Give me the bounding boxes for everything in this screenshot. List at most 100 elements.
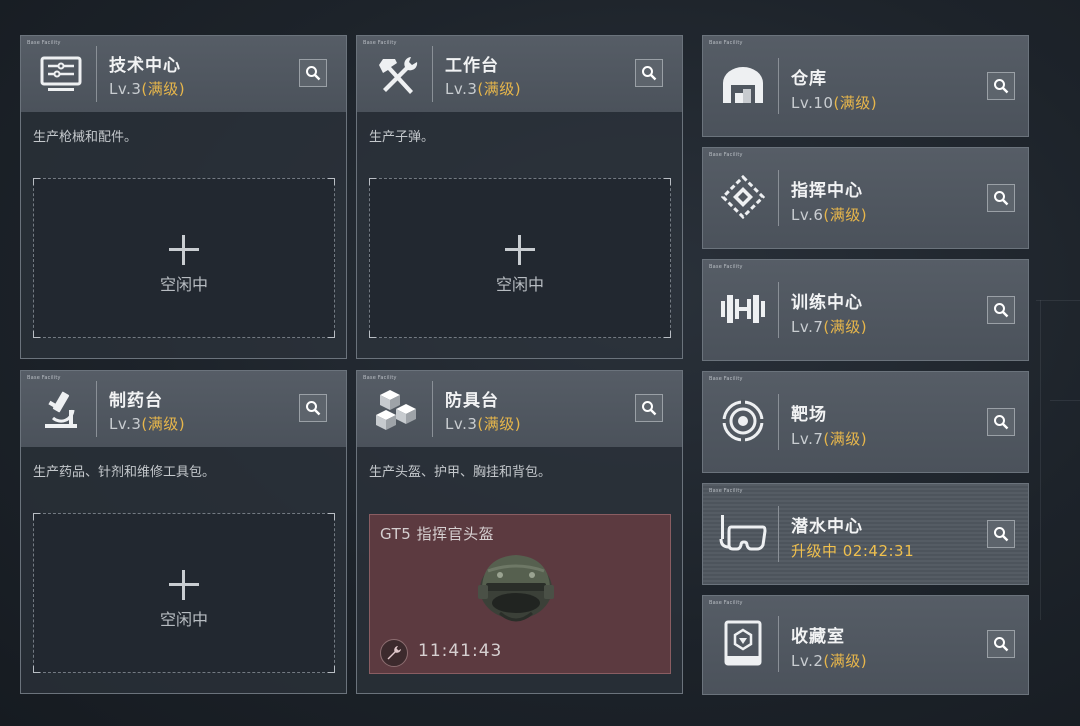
slot-corner xyxy=(33,666,40,673)
search-button[interactable] xyxy=(987,408,1015,436)
facility-title: 收藏室 xyxy=(791,627,845,647)
panel-level: Lv.3(满级) xyxy=(445,413,521,434)
level-max: (满级) xyxy=(833,94,878,112)
idle-slot[interactable]: 空闲中 xyxy=(33,513,335,673)
search-button[interactable] xyxy=(299,394,327,422)
search-icon xyxy=(642,401,657,416)
facility-title: 训练中心 xyxy=(791,293,863,313)
boxes-icon xyxy=(367,385,427,435)
search-icon xyxy=(994,191,1009,206)
divider xyxy=(778,170,779,226)
slot-corner xyxy=(33,331,40,338)
panel-title: 工作台 xyxy=(445,56,499,76)
panel-tag: Base Facility xyxy=(709,152,743,158)
facility-level: Lv.10(满级) xyxy=(791,92,877,113)
level-max: (满级) xyxy=(823,318,868,336)
level-value: Lv.3 xyxy=(109,80,142,98)
facility-warehouse[interactable]: Base Facility 仓库 Lv.10(满级) xyxy=(702,35,1029,137)
idle-slot[interactable]: 空闲中 xyxy=(33,178,335,338)
panel-tag: Base Facility xyxy=(27,375,61,381)
search-icon xyxy=(994,637,1009,652)
slot-corner xyxy=(328,178,335,185)
panel-level: Lv.3(满级) xyxy=(109,413,185,434)
pharmacy-panel[interactable]: Base Facility 制药台 Lv.3(满级) 生产药品、针剂和维修工具包… xyxy=(20,370,347,694)
microscope-icon xyxy=(31,385,91,435)
panel-tag: Base Facility xyxy=(709,488,743,494)
plus-icon xyxy=(169,235,199,265)
divider xyxy=(778,394,779,450)
search-icon xyxy=(994,79,1009,94)
search-icon xyxy=(306,401,321,416)
search-button[interactable] xyxy=(299,59,327,87)
facility-title: 靶场 xyxy=(791,405,827,425)
facility-shooting-range[interactable]: Base Facility 靶场 Lv.7(满级) xyxy=(702,371,1029,473)
level-value: Lv.2 xyxy=(791,652,824,670)
search-icon xyxy=(994,415,1009,430)
divider xyxy=(432,381,433,437)
bg-line xyxy=(1040,300,1041,620)
level-value: Lv.3 xyxy=(445,415,478,433)
facility-diving-center[interactable]: Base Facility 潜水中心 升级中 02:42:31 xyxy=(702,483,1029,585)
bg-line xyxy=(1050,400,1080,401)
display-case-icon xyxy=(713,618,773,668)
upgrade-status: 升级中 02:42:31 xyxy=(791,542,915,560)
facility-title: 仓库 xyxy=(791,69,827,89)
facility-title: 潜水中心 xyxy=(791,517,863,537)
plus-icon xyxy=(169,570,199,600)
craft-item-name: GT5 指挥官头盔 xyxy=(380,525,495,543)
panel-level: Lv.3(满级) xyxy=(109,78,185,99)
level-max: (满级) xyxy=(823,652,868,670)
panel-description: 生产枪械和配件。 xyxy=(33,130,138,145)
search-button[interactable] xyxy=(987,184,1015,212)
panel-description: 生产药品、针剂和维修工具包。 xyxy=(33,465,216,480)
idle-label: 空闲中 xyxy=(159,610,208,629)
search-button[interactable] xyxy=(635,394,663,422)
panel-tag: Base Facility xyxy=(709,376,743,382)
panel-level: Lv.3(满级) xyxy=(445,78,521,99)
slot-corner xyxy=(33,178,40,185)
panel-description: 生产头盔、护甲、胸挂和背包。 xyxy=(369,465,552,480)
search-button[interactable] xyxy=(987,296,1015,324)
level-value: Lv.7 xyxy=(791,430,824,448)
level-max: (满级) xyxy=(141,415,186,433)
search-button[interactable] xyxy=(635,59,663,87)
facility-title: 指挥中心 xyxy=(791,181,863,201)
panel-description: 生产子弹。 xyxy=(369,130,435,145)
craft-timer: 11:41:43 xyxy=(418,641,503,661)
search-button[interactable] xyxy=(987,520,1015,548)
search-icon xyxy=(642,66,657,81)
workbench-panel[interactable]: Base Facility 工作台 Lv.3(满级) 生产子弹。 空闲中 xyxy=(356,35,683,359)
monitor-icon xyxy=(31,50,91,100)
slot-corner xyxy=(664,178,671,185)
crafting-slot[interactable]: GT5 指挥官头盔 11:41:43 xyxy=(369,514,671,674)
slot-corner xyxy=(328,513,335,520)
panel-title: 防具台 xyxy=(445,391,499,411)
armor-bench-panel[interactable]: Base Facility 防具台 Lv.3(满级) 生产头盔、护甲、胸挂和背包… xyxy=(356,370,683,694)
divider xyxy=(432,46,433,102)
facility-training-center[interactable]: Base Facility 训练中心 Lv.7(满级) xyxy=(702,259,1029,361)
divider xyxy=(96,46,97,102)
diving-mask-icon xyxy=(713,508,773,558)
level-max: (满级) xyxy=(477,415,522,433)
hammer-wrench-icon xyxy=(367,50,427,100)
divider xyxy=(778,506,779,562)
search-icon xyxy=(994,303,1009,318)
panel-tag: Base Facility xyxy=(709,600,743,606)
level-value: Lv.3 xyxy=(445,80,478,98)
search-button[interactable] xyxy=(987,630,1015,658)
level-value: Lv.3 xyxy=(109,415,142,433)
slot-corner xyxy=(328,666,335,673)
level-max: (满级) xyxy=(823,430,868,448)
facility-level: Lv.7(满级) xyxy=(791,428,867,449)
slot-corner xyxy=(328,331,335,338)
level-max: (满级) xyxy=(823,206,868,224)
tech-center-panel[interactable]: Base Facility 技术中心 Lv.3(满级) 生产枪械和配件。 空闲中 xyxy=(20,35,347,359)
divider xyxy=(778,282,779,338)
wrench-icon xyxy=(380,639,408,667)
level-max: (满级) xyxy=(477,80,522,98)
idle-slot[interactable]: 空闲中 xyxy=(369,178,671,338)
warehouse-icon xyxy=(713,60,773,110)
search-button[interactable] xyxy=(987,72,1015,100)
facility-collection-room[interactable]: Base Facility 收藏室 Lv.2(满级) xyxy=(702,595,1029,695)
facility-command-center[interactable]: Base Facility 指挥中心 Lv.6(满级) xyxy=(702,147,1029,249)
